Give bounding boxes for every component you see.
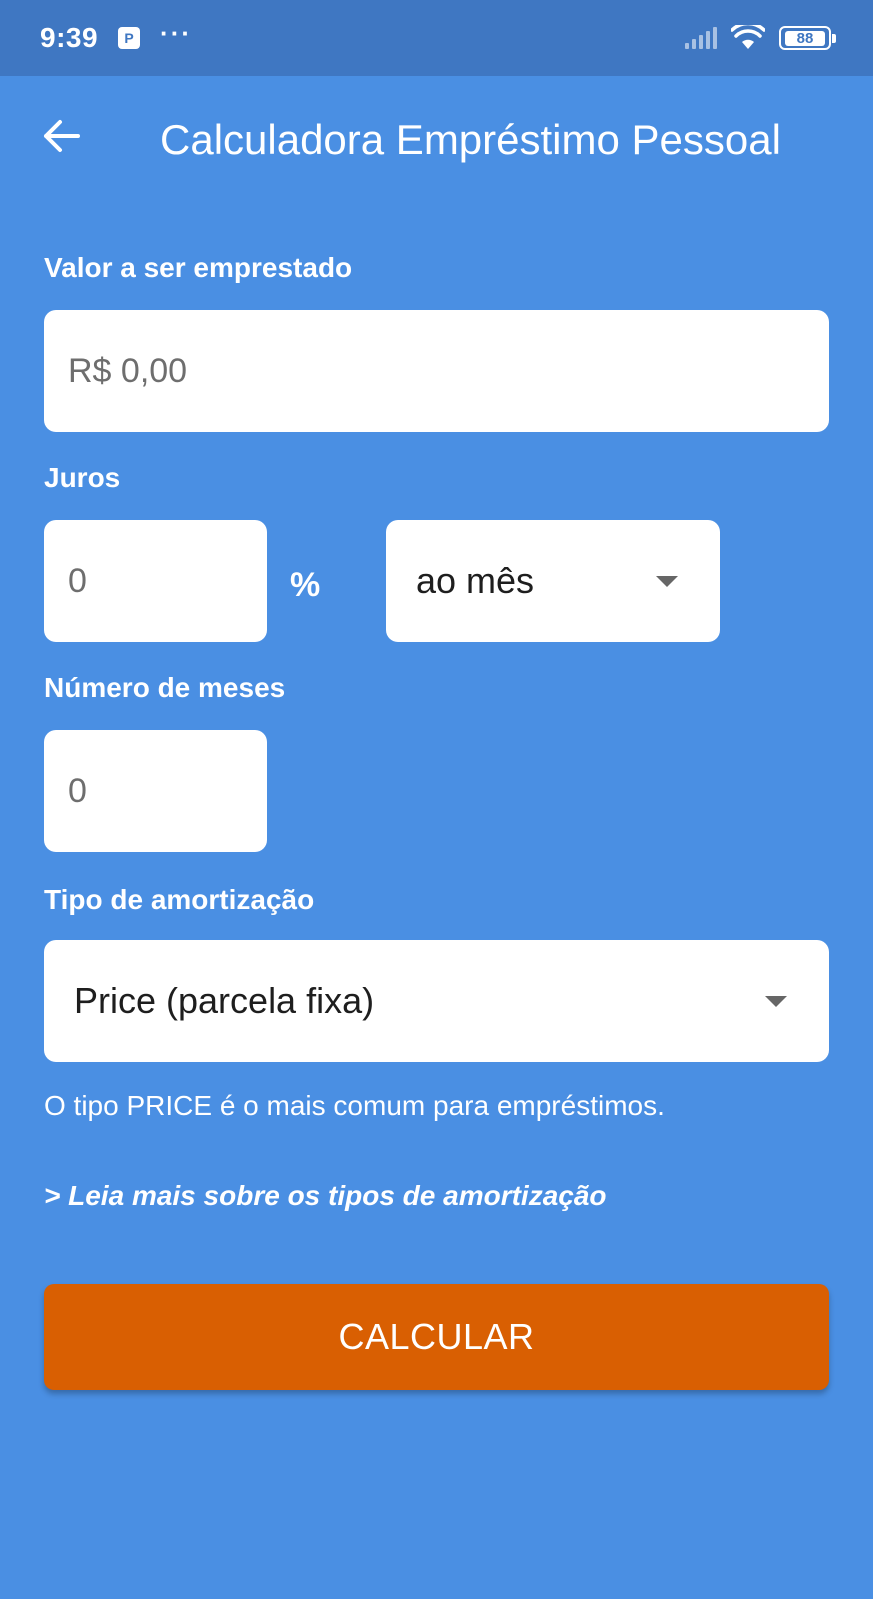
amortization-label: Tipo de amortização — [44, 884, 315, 915]
signal-icon — [685, 27, 717, 49]
months-input[interactable] — [44, 730, 267, 852]
percent-label: % — [290, 566, 321, 604]
amortization-helper-text: O tipo PRICE é o mais comum para emprést… — [44, 1090, 665, 1121]
interest-label: Juros — [44, 462, 121, 493]
page-title: Calculadora Empréstimo Pessoal — [160, 116, 781, 163]
battery-icon: 88 — [779, 26, 836, 50]
chevron-down-icon — [765, 995, 787, 1007]
loan-amount-input[interactable] — [44, 310, 829, 432]
status-right: 88 — [685, 25, 836, 51]
status-time: 9:39 — [40, 22, 99, 53]
arrow-left-icon — [42, 118, 82, 159]
battery-level: 88 — [785, 30, 825, 47]
interest-input[interactable] — [44, 520, 267, 642]
loan-amount-label: Valor a ser emprestado — [44, 252, 353, 283]
interest-period-value: ao mês — [416, 560, 535, 601]
status-left: 9:39 P ··· — [40, 18, 192, 54]
read-more-link[interactable]: > Leia mais sobre os tipos de amortizaçã… — [44, 1180, 607, 1212]
chevron-down-icon — [656, 575, 678, 587]
calculate-button[interactable]: CALCULAR — [44, 1284, 829, 1390]
amortization-select[interactable]: Price (parcela fixa) — [44, 940, 829, 1062]
app-bar: Calculadora Empréstimo Pessoal — [0, 76, 873, 204]
months-field-box — [44, 730, 267, 852]
parking-app-icon: P — [118, 27, 141, 49]
interest-field-box — [44, 520, 267, 642]
loan-amount-field-box — [44, 310, 829, 432]
status-bar: 9:39 P ··· 88 — [0, 0, 873, 76]
back-button[interactable] — [40, 116, 84, 160]
more-notifications-icon: ··· — [160, 17, 193, 48]
interest-period-select[interactable]: ao mês — [386, 520, 720, 642]
amortization-value: Price (parcela fixa) — [74, 980, 375, 1021]
months-label: Número de meses — [44, 672, 286, 703]
wifi-icon — [731, 25, 765, 51]
